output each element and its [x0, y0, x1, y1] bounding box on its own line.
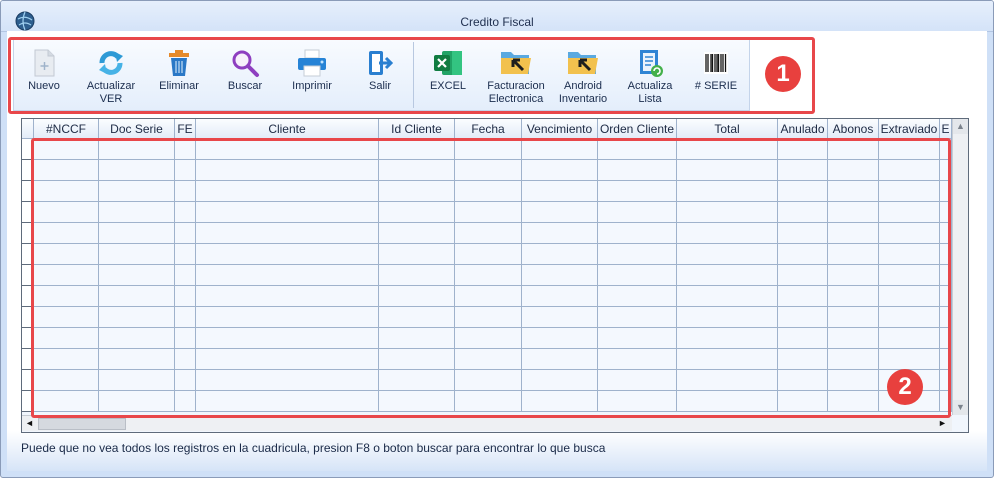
annotation-number-1: 1	[765, 56, 801, 92]
column-header-vencimiento[interactable]: Vencimiento	[522, 119, 598, 139]
annotation-number-2: 2	[887, 369, 923, 405]
column-header-fecha[interactable]: Fecha	[455, 119, 522, 139]
column-header-abonos[interactable]: Abonos	[828, 119, 879, 139]
horizontal-scroll-thumb[interactable]	[38, 418, 126, 430]
annotation-box-toolbar	[8, 37, 815, 114]
row-header-corner	[22, 119, 34, 139]
scroll-up-arrow-icon[interactable]: ▲	[953, 119, 968, 134]
column-header-id-cliente[interactable]: Id Cliente	[379, 119, 455, 139]
column-header-extraviado[interactable]: Extraviado	[879, 119, 940, 139]
scroll-right-arrow-icon[interactable]: ►	[935, 416, 950, 431]
title-bar: Credito Fiscal	[1, 1, 993, 32]
column-header-fe[interactable]: FE	[175, 119, 196, 139]
scroll-down-arrow-icon[interactable]: ▼	[953, 400, 968, 415]
column-header-e[interactable]: E	[940, 119, 952, 139]
grid-header: #NCCF Doc Serie FE Cliente Id Cliente Fe…	[22, 119, 952, 139]
column-header-orden-cliente[interactable]: Orden Cliente	[598, 119, 677, 139]
window-title: Credito Fiscal	[460, 15, 534, 29]
column-header-nccf[interactable]: #NCCF	[34, 119, 99, 139]
main-window: Credito Fiscal Nuevo Actualizar VER Elim…	[0, 0, 994, 478]
column-header-doc-serie[interactable]: Doc Serie	[99, 119, 175, 139]
annotation-box-grid	[31, 138, 951, 418]
column-header-cliente[interactable]: Cliente	[196, 119, 379, 139]
vertical-scrollbar[interactable]: ▲ ▼	[952, 119, 968, 415]
status-message: Puede que no vea todos los registros en …	[21, 441, 606, 455]
column-header-total[interactable]: Total	[677, 119, 778, 139]
scroll-left-arrow-icon[interactable]: ◄	[22, 416, 37, 431]
column-header-anulado[interactable]: Anulado	[778, 119, 828, 139]
